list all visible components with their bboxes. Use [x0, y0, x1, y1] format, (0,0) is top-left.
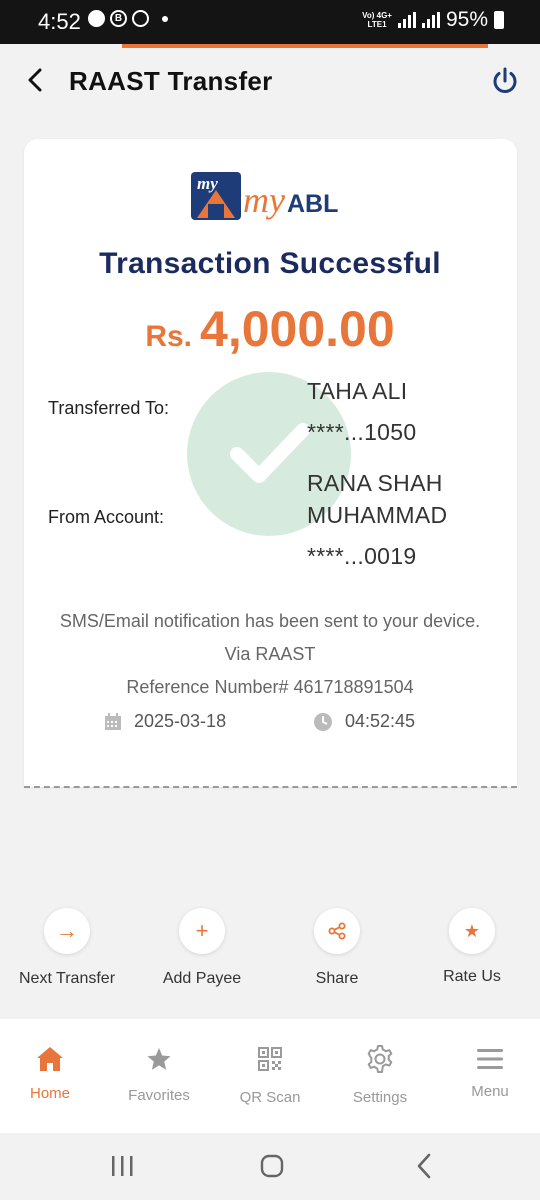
arrow-right-icon[interactable]: → — [44, 908, 90, 954]
status-time: 4:52 — [38, 9, 81, 34]
next-transfer-button[interactable]: → Next Transfer — [7, 908, 127, 988]
plus-icon[interactable]: + — [179, 908, 225, 954]
home-icon — [37, 1047, 63, 1071]
battery-percent: 95% — [445, 8, 488, 31]
amount: Rs. 4,000.00 — [0, 300, 540, 358]
signal-icon — [397, 12, 416, 28]
notification-text: SMS/Email notification has been sent to … — [59, 611, 481, 631]
time-row: 04:52:45 — [313, 711, 415, 732]
bottom-navigation: Home Favorites QR Scan Settings Menu — [0, 1019, 540, 1133]
b-app-icon: B — [110, 10, 127, 27]
date-row: 2025-03-18 — [104, 711, 226, 732]
sender-name-line1: RANA SHAH — [307, 470, 443, 496]
more-notifications-icon — [162, 15, 168, 22]
star-icon — [147, 1048, 171, 1070]
calendar-icon — [105, 712, 121, 730]
logo-text-my: my — [243, 180, 285, 220]
battery-icon — [494, 11, 504, 29]
receipt-dashed-edge — [24, 784, 517, 788]
nav-home[interactable]: Home — [0, 1043, 100, 1102]
payee-account: ****...1050 — [307, 419, 417, 445]
app-header: RAAST Transfer — [0, 48, 540, 118]
nav-favorites[interactable]: Favorites — [109, 1043, 209, 1104]
chat-icon — [88, 10, 105, 27]
transaction-date: 2025-03-18 — [134, 711, 227, 731]
rate-us-button[interactable]: ★ Rate Us — [412, 908, 532, 986]
whatsapp-icon — [132, 10, 149, 27]
via-text: Via RAAST — [224, 644, 316, 664]
back-system-icon[interactable] — [414, 1153, 434, 1179]
network-icon: Vo) 4G+ LTE1 — [362, 11, 392, 29]
clock-icon — [314, 712, 332, 731]
from-account-label: From Account: — [48, 507, 165, 527]
transaction-time: 04:52:45 — [345, 711, 416, 731]
star-icon[interactable]: ★ — [449, 908, 495, 954]
qr-code-icon — [258, 1047, 282, 1071]
payee-name: TAHA ALI — [307, 378, 408, 404]
currency: Rs. — [145, 320, 193, 353]
sender-name-line2: MUHAMMAD — [307, 502, 448, 528]
back-arrow-icon[interactable] — [24, 66, 48, 94]
home-system-icon[interactable] — [260, 1154, 284, 1178]
transaction-status: Transaction Successful — [99, 247, 441, 280]
status-bar: 4:52 B Vo) 4G+ LTE1 95% — [0, 0, 540, 44]
share-icon[interactable] — [314, 908, 360, 954]
recent-apps-icon[interactable] — [110, 1155, 134, 1177]
nav-settings[interactable]: Settings — [330, 1043, 430, 1106]
myabl-logo: my my ABL — [191, 172, 351, 224]
system-navigation-bar — [0, 1133, 540, 1200]
hamburger-menu-icon — [477, 1049, 503, 1069]
reference-number: Reference Number# 461718891504 — [126, 677, 414, 697]
logo-text-abl: ABL — [287, 190, 339, 218]
amount-value: 4,000.00 — [200, 301, 395, 357]
nav-qr-scan[interactable]: QR Scan — [220, 1043, 320, 1106]
share-button[interactable]: Share — [277, 908, 397, 988]
status-right: Vo) 4G+ LTE1 95% — [362, 8, 504, 32]
gear-icon — [367, 1045, 393, 1073]
transferred-to-label: Transferred To: — [48, 398, 170, 418]
logo-box: my — [191, 172, 241, 220]
nav-menu[interactable]: Menu — [440, 1043, 540, 1100]
power-logout-icon[interactable] — [490, 66, 520, 96]
sender-account: ****...0019 — [307, 543, 417, 569]
notification-icons: B — [88, 10, 168, 27]
page-title: RAAST Transfer — [69, 66, 273, 96]
signal-icon-2 — [421, 12, 440, 28]
add-payee-button[interactable]: + Add Payee — [142, 908, 262, 988]
